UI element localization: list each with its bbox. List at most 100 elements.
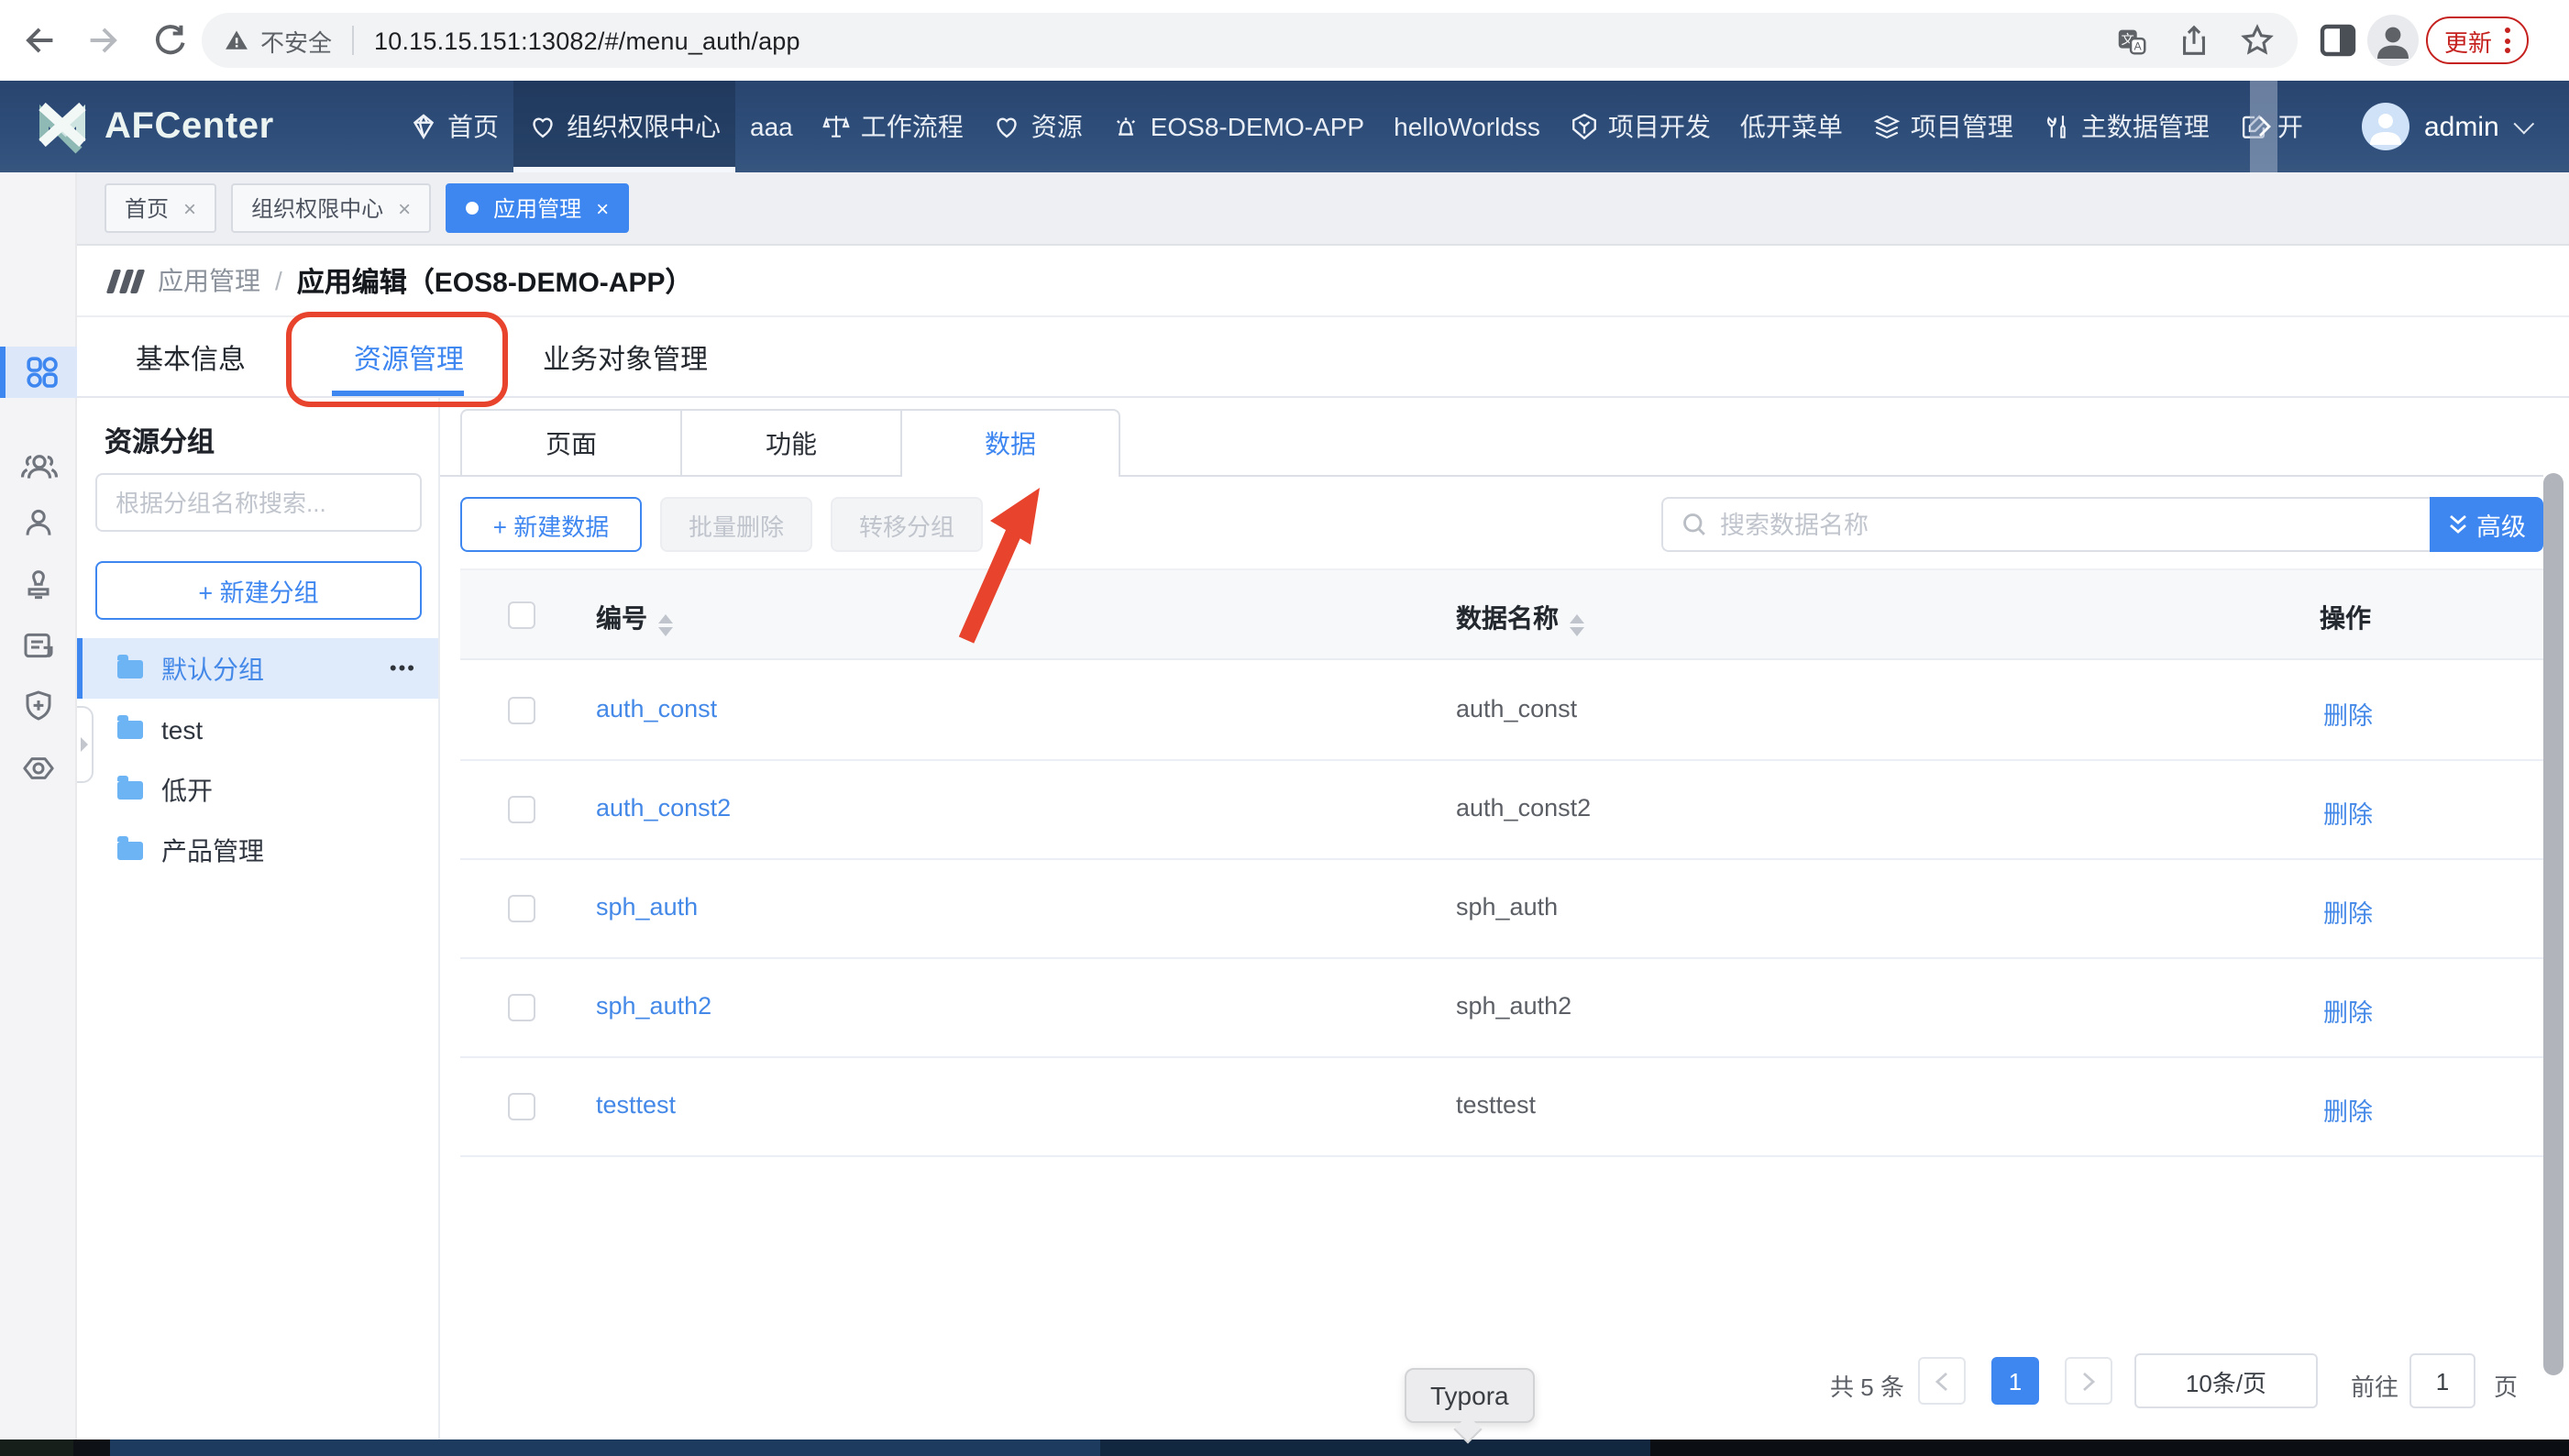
tab-basic-info[interactable]: 基本信息 xyxy=(136,317,246,398)
group-item-product-mgmt[interactable]: 产品管理 xyxy=(77,820,438,880)
tab-resource-management[interactable]: 资源管理 xyxy=(354,317,464,398)
sort-icon[interactable] xyxy=(658,614,673,636)
new-data-button[interactable]: + 新建数据 xyxy=(460,497,642,552)
browser-update-button[interactable]: 更新 xyxy=(2426,17,2529,64)
row-id-link[interactable]: testtest xyxy=(596,1091,676,1119)
close-icon[interactable]: × xyxy=(398,195,411,221)
column-label: 数据名称 xyxy=(1456,603,1559,633)
column-header-name[interactable]: 数据名称 xyxy=(1456,600,1584,636)
tab-label: 资源管理 xyxy=(354,338,464,377)
row-id-link[interactable]: sph_auth xyxy=(596,893,698,921)
share-icon[interactable] xyxy=(2177,23,2211,58)
subtab-data[interactable]: 数据 xyxy=(900,409,1120,477)
bookmark-star-icon[interactable] xyxy=(2239,22,2276,59)
shield-y-icon xyxy=(1570,112,1599,141)
advanced-search-button[interactable]: 高级 xyxy=(2430,497,2543,552)
delete-link[interactable]: 删除 xyxy=(2323,992,2373,1029)
row-checkbox[interactable] xyxy=(508,697,535,724)
nav-item-helloworldss[interactable]: helloWorldss xyxy=(1379,81,1555,172)
table-row: sph_auth sph_auth 删除 xyxy=(460,860,2543,959)
group-item-test[interactable]: test xyxy=(77,699,438,759)
chevron-right-icon xyxy=(2081,1371,2096,1391)
browser-forward-icon[interactable] xyxy=(84,20,125,61)
row-name: auth_const2 xyxy=(1456,794,1591,822)
prev-page-button[interactable] xyxy=(1918,1357,1966,1405)
rail-item-monitor[interactable] xyxy=(0,741,77,796)
delete-link[interactable]: 删除 xyxy=(2323,794,2373,831)
panel-collapse-handle[interactable] xyxy=(77,706,94,783)
delete-link[interactable]: 删除 xyxy=(2323,1091,2373,1128)
translate-icon[interactable]: 文A xyxy=(2114,23,2149,58)
data-search-box[interactable] xyxy=(1661,497,2430,552)
group-item-default[interactable]: 默认分组 ••• xyxy=(77,638,438,699)
delete-link[interactable]: 删除 xyxy=(2323,695,2373,732)
active-tab-underline xyxy=(332,391,464,396)
tab-chip-org-auth-center[interactable]: 组织权限中心 × xyxy=(231,183,431,233)
close-icon[interactable]: × xyxy=(183,195,196,221)
tab-chip-home[interactable]: 首页 × xyxy=(105,183,216,233)
nav-item-project-dev[interactable]: 项目开发 xyxy=(1555,81,1726,172)
rail-item-apps[interactable] xyxy=(0,347,77,398)
nav-scroll-right-button[interactable] xyxy=(2250,81,2277,172)
group-item-lowcode[interactable]: 低开 xyxy=(77,759,438,820)
side-panel-icon[interactable] xyxy=(2320,24,2356,57)
row-name: auth_const xyxy=(1456,695,1577,722)
nav-item-resource[interactable]: 资源 xyxy=(978,81,1097,172)
breadcrumb-section[interactable]: 应用管理 xyxy=(158,262,260,299)
breadcrumb: 应用管理 / 应用编辑（EOS8-DEMO-APP） xyxy=(77,246,2569,315)
main-content: 页面 功能 数据 + 新建数据 批量删除 转移分组 高级 编号 数据名称 操作 xyxy=(440,398,2569,1439)
delete-link[interactable]: 删除 xyxy=(2323,893,2373,930)
close-icon[interactable]: × xyxy=(596,195,609,221)
move-group-button[interactable]: 转移分组 xyxy=(831,497,983,552)
search-icon xyxy=(1681,512,1707,537)
column-header-id[interactable]: 编号 xyxy=(596,600,673,636)
subtab-functions[interactable]: 功能 xyxy=(680,409,900,477)
desktop-edge-strip xyxy=(0,1439,2569,1456)
nav-item-workflow[interactable]: 工作流程 xyxy=(808,81,978,172)
browser-reload-icon[interactable] xyxy=(150,20,191,61)
row-checkbox[interactable] xyxy=(508,895,535,922)
tab-business-object-management[interactable]: 业务对象管理 xyxy=(543,317,708,398)
sort-icon[interactable] xyxy=(1570,614,1584,636)
new-group-button[interactable]: + 新建分组 xyxy=(95,561,422,620)
page-number-button[interactable]: 1 xyxy=(1991,1357,2039,1405)
rail-item-news[interactable] xyxy=(0,618,77,673)
rail-item-user[interactable] xyxy=(0,495,77,550)
nav-item-eos8-demo-app[interactable]: EOS8-DEMO-APP xyxy=(1097,81,1379,172)
next-page-button[interactable] xyxy=(2065,1357,2112,1405)
tab-chip-app-management[interactable]: 应用管理 × xyxy=(446,183,629,233)
nav-item-project-mgmt[interactable]: 项目管理 xyxy=(1858,81,2028,172)
browser-back-icon[interactable] xyxy=(18,20,59,61)
row-id-link[interactable]: auth_const xyxy=(596,695,717,722)
user-menu[interactable]: admin xyxy=(2362,81,2529,172)
batch-delete-button[interactable]: 批量删除 xyxy=(660,497,812,552)
browser-profile-avatar[interactable] xyxy=(2367,15,2419,66)
row-checkbox[interactable] xyxy=(508,796,535,823)
rail-item-shield-add[interactable] xyxy=(0,678,77,734)
nav-label: helloWorldss xyxy=(1394,112,1540,141)
row-id-link[interactable]: sph_auth2 xyxy=(596,992,711,1020)
scrollbar-thumb[interactable] xyxy=(2543,473,2563,1375)
nav-item-master-data-mgmt[interactable]: 主数据管理 xyxy=(2028,81,2224,172)
subtab-pages[interactable]: 页面 xyxy=(460,409,680,477)
group-search-input[interactable] xyxy=(95,473,422,532)
row-id-link[interactable]: auth_const2 xyxy=(596,794,731,822)
data-search-input[interactable] xyxy=(1720,511,2411,538)
table-row: testtest testtest 删除 xyxy=(460,1058,2543,1157)
browser-menu-icon[interactable] xyxy=(2505,28,2510,53)
nav-item-home[interactable]: 首页 xyxy=(394,81,513,172)
select-all-checkbox[interactable] xyxy=(508,601,535,629)
goto-page-input[interactable] xyxy=(2409,1353,2475,1408)
nav-item-org-auth-center[interactable]: 组织权限中心 xyxy=(513,81,735,172)
row-checkbox[interactable] xyxy=(508,994,535,1021)
document-list-icon xyxy=(20,627,57,664)
browser-address-bar[interactable]: 不安全 10.15.15.151:13082/#/menu_auth/app 文… xyxy=(202,13,2298,68)
app-logo[interactable]: AFCenter xyxy=(37,97,274,158)
more-options-icon[interactable]: ••• xyxy=(390,657,416,679)
nav-item-lowcode-menu[interactable]: 低开菜单 xyxy=(1726,81,1858,172)
rail-item-user-groups[interactable] xyxy=(0,438,77,493)
row-checkbox[interactable] xyxy=(508,1093,535,1120)
rail-item-stamp[interactable] xyxy=(0,557,77,612)
page-size-select[interactable]: 10条/页 xyxy=(2134,1353,2318,1408)
nav-item-aaa[interactable]: aaa xyxy=(735,81,808,172)
